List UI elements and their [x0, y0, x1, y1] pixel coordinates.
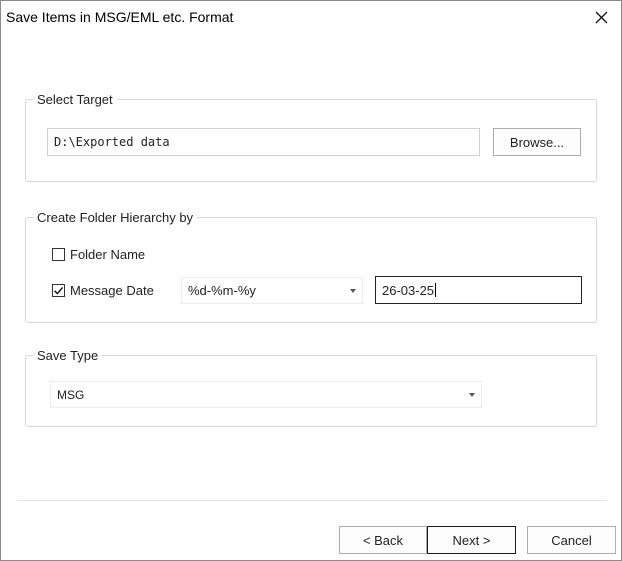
chevron-down-icon — [350, 288, 356, 293]
target-path-value: D:\Exported data — [54, 135, 170, 149]
select-target-legend: Select Target — [37, 92, 113, 107]
text-caret — [435, 283, 437, 297]
save-type-select[interactable]: MSG — [50, 381, 482, 408]
folder-name-option[interactable]: Folder Name — [52, 247, 145, 262]
save-type-legend: Save Type — [37, 348, 99, 363]
dialog-window: Save Items in MSG/EML etc. Format Select… — [0, 0, 622, 561]
save-type-value: MSG — [57, 387, 85, 402]
date-format-value: %d-%m-%y — [188, 283, 256, 298]
folder-name-checkbox[interactable] — [52, 248, 65, 261]
message-date-checkbox[interactable] — [52, 284, 65, 297]
message-date-label: Message Date — [70, 283, 154, 298]
folder-hierarchy-group: Create Folder Hierarchy by — [25, 210, 597, 323]
folder-name-label: Folder Name — [70, 247, 146, 262]
chevron-down-icon — [469, 392, 475, 397]
next-button[interactable]: Next > — [427, 526, 516, 554]
cancel-button[interactable]: Cancel — [527, 526, 616, 554]
date-preview-value: 26-03-25 — [382, 282, 435, 298]
target-path-input[interactable]: D:\Exported data — [47, 128, 480, 156]
window-title: Save Items in MSG/EML etc. Format — [6, 9, 234, 25]
message-date-option[interactable]: Message Date — [52, 283, 154, 298]
footer-separator — [17, 500, 607, 501]
date-preview-input[interactable]: 26-03-25 — [375, 276, 582, 304]
browse-button[interactable]: Browse... — [493, 128, 581, 156]
date-format-select[interactable]: %d-%m-%y — [181, 277, 363, 304]
close-icon — [595, 11, 607, 23]
back-button[interactable]: < Back — [339, 526, 427, 554]
close-button[interactable] — [583, 1, 619, 33]
folder-hierarchy-legend: Create Folder Hierarchy by — [37, 210, 194, 225]
checkmark-icon — [54, 286, 64, 295]
